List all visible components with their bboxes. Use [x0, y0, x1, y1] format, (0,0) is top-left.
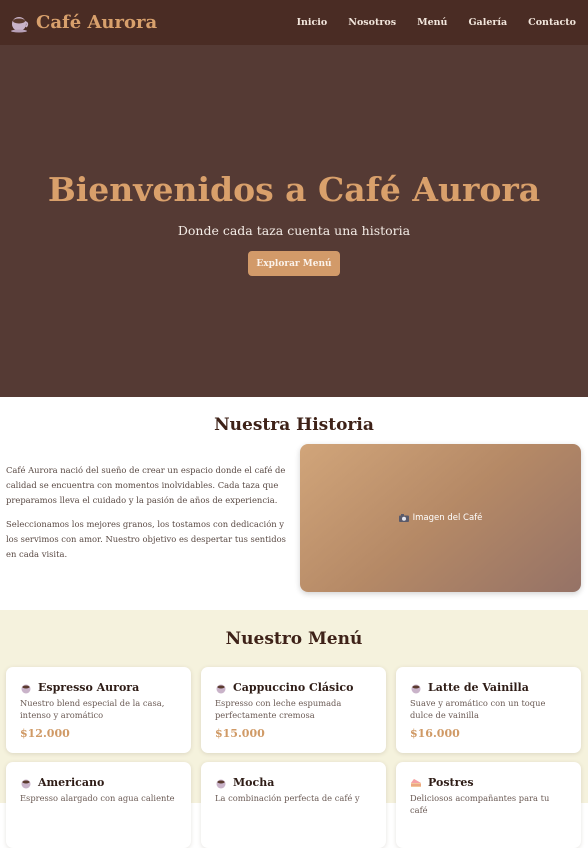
coffee-cup-icon — [11, 16, 29, 32]
menu-card[interactable]: Cappuccino Clásico Espresso con leche es… — [201, 667, 386, 753]
nav-link-galeria[interactable]: Galería — [468, 17, 507, 28]
brand[interactable]: Café Aurora — [10, 12, 157, 33]
history-title: Nuestra Historia — [214, 415, 374, 435]
menu-card[interactable]: Latte de Vainilla Suave y aromático con … — [396, 667, 581, 753]
image-label-text: Imagen del Café — [412, 513, 483, 523]
history-section: Nuestra Historia Café Aurora nació del s… — [0, 397, 588, 610]
card-header: Americano — [20, 776, 177, 789]
history-text: Café Aurora nació del sueño de crear un … — [6, 463, 288, 562]
menu-item-price: $12.000 — [20, 727, 70, 740]
image-label: Imagen del Café — [398, 513, 483, 523]
card-header: Espresso Aurora — [20, 681, 177, 694]
menu-item-name: Postres — [428, 776, 474, 789]
history-paragraph: Café Aurora nació del sueño de crear un … — [6, 465, 286, 505]
menu-item-description: Espresso con leche espumada perfectament… — [215, 698, 342, 720]
menu-card[interactable]: Espresso Aurora Nuestro blend especial d… — [6, 667, 191, 753]
cake-icon — [411, 778, 421, 787]
menu-item-name: Mocha — [233, 776, 275, 789]
hero-title: Bienvenidos a Café Aurora — [47, 170, 541, 209]
menu-item-description: Suave y aromático con un toque dulce de … — [410, 698, 546, 720]
navbar: Café Aurora Inicio Nosotros Menú Galería… — [0, 0, 588, 45]
menu-item-name: Americano — [38, 776, 105, 789]
card-header: Latte de Vainilla — [410, 681, 567, 694]
nav-link-nosotros[interactable]: Nosotros — [348, 17, 396, 28]
coffee-cup-icon — [216, 684, 226, 693]
menu-item-name: Espresso Aurora — [38, 681, 140, 694]
menu-item-description: Nuestro blend especial de la casa, inten… — [20, 698, 165, 720]
menu-item-price: $16.000 — [410, 727, 460, 740]
card-header: Postres — [410, 776, 567, 789]
menu-title: Nuestro Menú — [225, 629, 363, 649]
explore-menu-button[interactable]: Explorar Menú — [248, 251, 340, 276]
nav-link-menu[interactable]: Menú — [417, 17, 447, 28]
menu-card[interactable]: Americano Espresso alargado con agua cal… — [6, 762, 191, 848]
nav-link-inicio[interactable]: Inicio — [297, 17, 328, 28]
history-paragraph: Seleccionamos los mejores granos, los to… — [6, 519, 286, 559]
camera-icon — [398, 514, 409, 522]
nav-link-contacto[interactable]: Contacto — [528, 17, 576, 28]
card-header: Mocha — [215, 776, 372, 789]
hero-section: Bienvenidos a Café Aurora Donde cada taz… — [0, 45, 588, 397]
coffee-cup-icon — [411, 684, 421, 693]
brand-name: Café Aurora — [36, 12, 158, 33]
menu-item-name: Latte de Vainilla — [428, 681, 529, 694]
coffee-cup-icon — [216, 779, 226, 788]
cafe-image-placeholder: Imagen del Café — [300, 444, 581, 592]
menu-card[interactable]: Mocha La combinación perfecta de café y — [201, 762, 386, 848]
menu-section: Nuestro Menú Espresso Aurora Nuestro ble… — [0, 610, 588, 848]
menu-item-price: $15.000 — [215, 727, 265, 740]
menu-card[interactable]: Postres Deliciosos acompañantes para tu … — [396, 762, 581, 848]
menu-item-description: Deliciosos acompañantes para tu café — [410, 793, 550, 815]
hero-subtitle: Donde cada taza cuenta una historia — [177, 223, 411, 238]
coffee-cup-icon — [21, 779, 31, 788]
card-header: Cappuccino Clásico — [215, 681, 372, 694]
menu-item-name: Cappuccino Clásico — [233, 681, 354, 694]
nav-links: Inicio Nosotros Menú Galería Contacto — [297, 17, 576, 28]
coffee-cup-icon — [21, 684, 31, 693]
